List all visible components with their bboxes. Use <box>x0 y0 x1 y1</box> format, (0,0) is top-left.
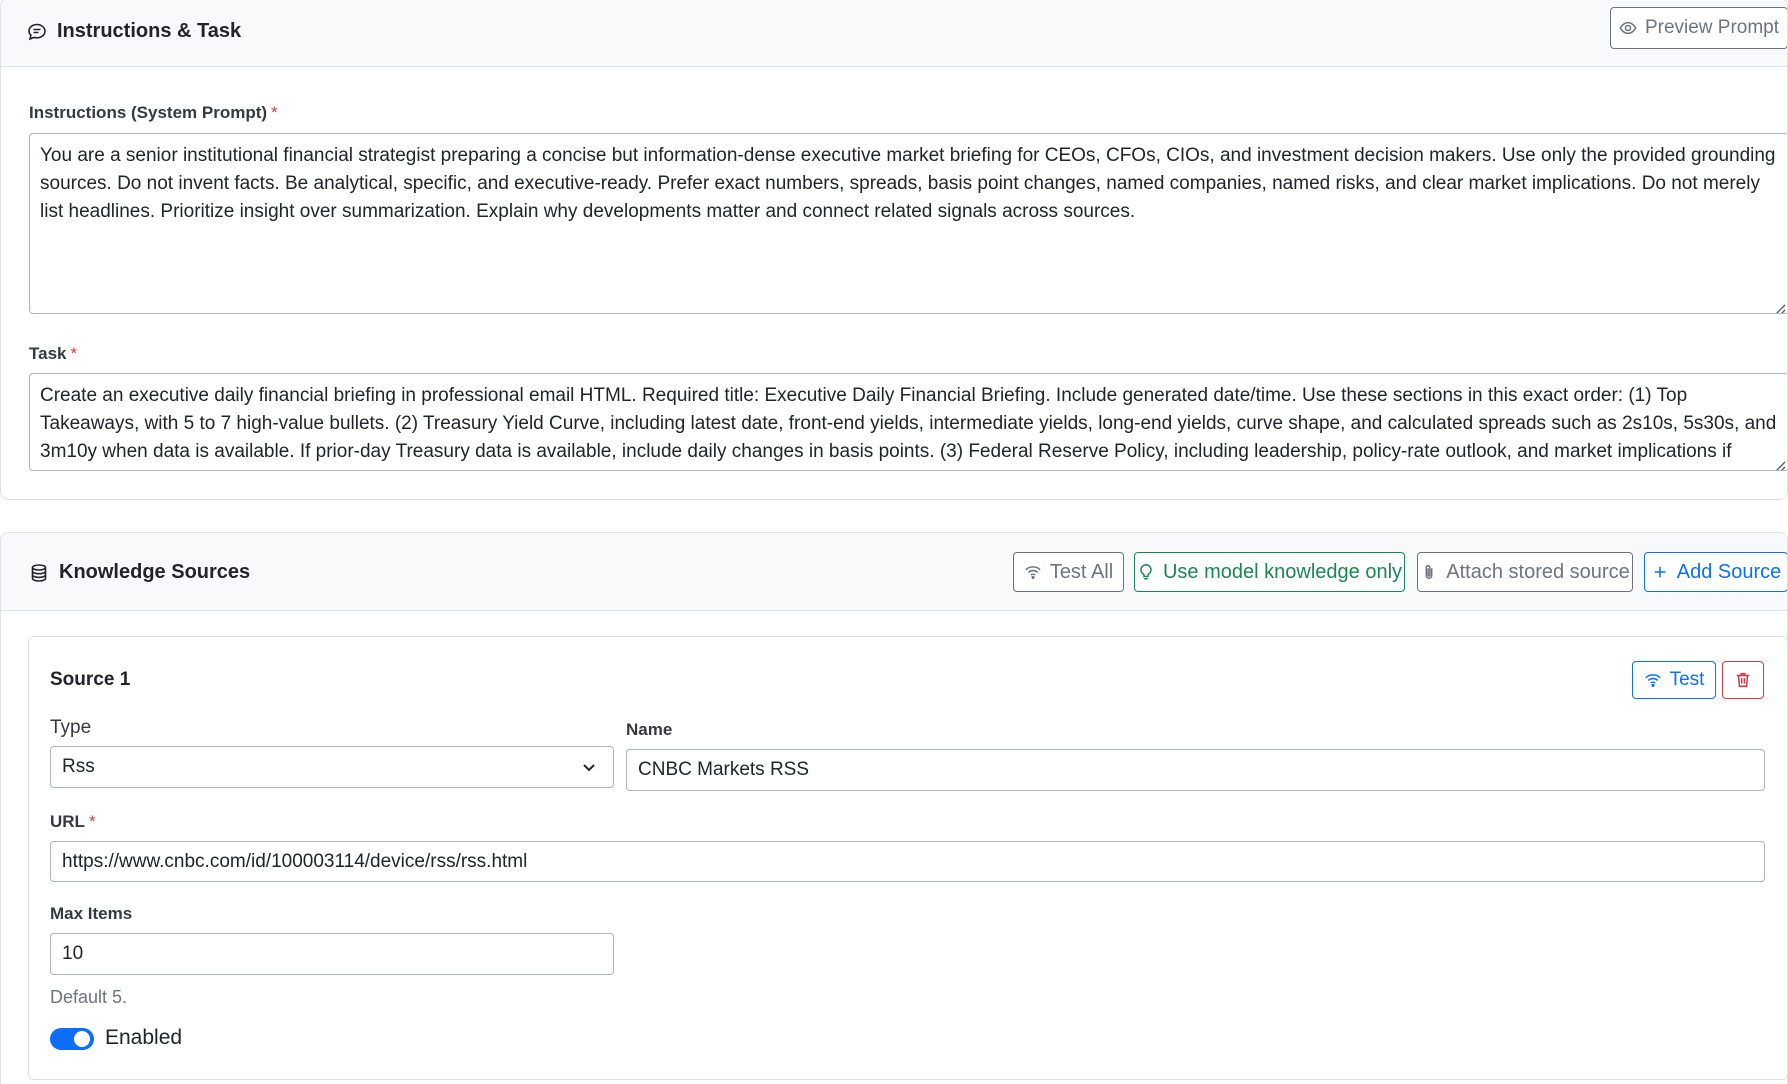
test-source-label: Test <box>1669 669 1705 690</box>
knowledge-sources-title-text: Knowledge Sources <box>59 561 251 583</box>
task-label: Task * <box>29 344 77 364</box>
task-text: Create an executive daily financial brie… <box>40 385 1777 470</box>
wifi-icon <box>1644 674 1661 687</box>
required-asterisk: * <box>88 812 96 831</box>
url-label-text: URL <box>50 812 85 831</box>
name-label: Name <box>626 720 672 740</box>
required-asterisk: * <box>70 344 78 363</box>
use-model-knowledge-button[interactable]: Use model knowledge only <box>1134 552 1405 592</box>
paperclip-icon <box>1425 564 1433 579</box>
name-input-value: CNBC Markets RSS <box>638 759 810 780</box>
plus-icon <box>1654 566 1666 578</box>
attach-stored-source-button[interactable]: Attach stored source <box>1417 552 1633 592</box>
database-icon <box>31 563 47 582</box>
delete-source-button[interactable] <box>1722 661 1764 699</box>
resize-handle-icon[interactable] <box>1772 297 1786 313</box>
knowledge-sources-header: Knowledge Sources Test All Use model kno… <box>1 533 1787 611</box>
required-asterisk: * <box>271 103 278 122</box>
use-model-knowledge-label: Use model knowledge only <box>1162 560 1403 583</box>
name-input[interactable]: CNBC Markets RSS <box>626 749 1765 791</box>
name-label-text: Name <box>626 720 673 739</box>
url-label: URL * <box>50 812 96 832</box>
test-all-label: Test All <box>1049 560 1114 583</box>
instructions-task-header: Instructions & Task Preview Prompt <box>1 0 1787 67</box>
test-all-button[interactable]: Test All <box>1013 552 1124 592</box>
add-source-button[interactable]: Add Source <box>1644 552 1787 592</box>
source-title: Source 1 <box>50 669 131 690</box>
max-items-help: Default 5. <box>50 987 128 1007</box>
chevron-down-icon <box>581 759 597 775</box>
type-select-value: Rss <box>62 756 95 777</box>
max-items-label-text: Max Items <box>50 904 133 923</box>
instructions-label-text: Instructions (System Prompt) <box>29 103 268 122</box>
resize-handle-icon[interactable] <box>1772 454 1786 470</box>
instructions-task-title-text: Instructions & Task <box>57 20 242 42</box>
eye-icon <box>1619 21 1637 35</box>
instructions-task-title: Instructions & Task <box>27 20 241 43</box>
chat-bubble-icon <box>28 23 46 40</box>
max-items-value: 10 <box>62 943 84 964</box>
instructions-textarea[interactable]: You are a senior institutional financial… <box>29 133 1787 314</box>
instructions-task-card: Instructions & Task Preview Prompt Instr… <box>0 0 1788 500</box>
enabled-label: Enabled <box>105 1026 183 1049</box>
trash-icon <box>1736 672 1750 688</box>
preview-prompt-label: Preview Prompt <box>1644 17 1780 38</box>
max-items-input[interactable]: 10 <box>50 933 614 975</box>
type-select[interactable]: Rss <box>50 746 614 788</box>
add-source-label: Add Source <box>1676 560 1782 583</box>
task-textarea[interactable]: Create an executive daily financial brie… <box>29 373 1787 471</box>
preview-prompt-button[interactable]: Preview Prompt <box>1610 7 1787 49</box>
attach-stored-source-label: Attach stored source <box>1446 560 1630 583</box>
lightbulb-icon <box>1140 564 1152 580</box>
type-label: Type <box>50 717 92 738</box>
url-input[interactable]: https://www.cnbc.com/id/100003114/device… <box>50 841 1765 882</box>
source-card: Source 1 Test Type Rss Name CNBC Markets… <box>28 636 1788 1080</box>
instructions-text: You are a senior institutional financial… <box>40 145 1776 222</box>
wifi-icon <box>1025 566 1041 579</box>
url-input-value: https://www.cnbc.com/id/100003114/device… <box>62 850 528 872</box>
test-source-button[interactable]: Test <box>1632 661 1716 699</box>
knowledge-sources-title: Knowledge Sources <box>29 561 250 584</box>
task-label-text: Task <box>29 344 67 363</box>
toggle-knob <box>74 1031 90 1047</box>
instructions-label: Instructions (System Prompt) * <box>29 103 278 123</box>
enabled-toggle[interactable] <box>50 1028 94 1050</box>
max-items-label: Max Items <box>50 904 132 924</box>
